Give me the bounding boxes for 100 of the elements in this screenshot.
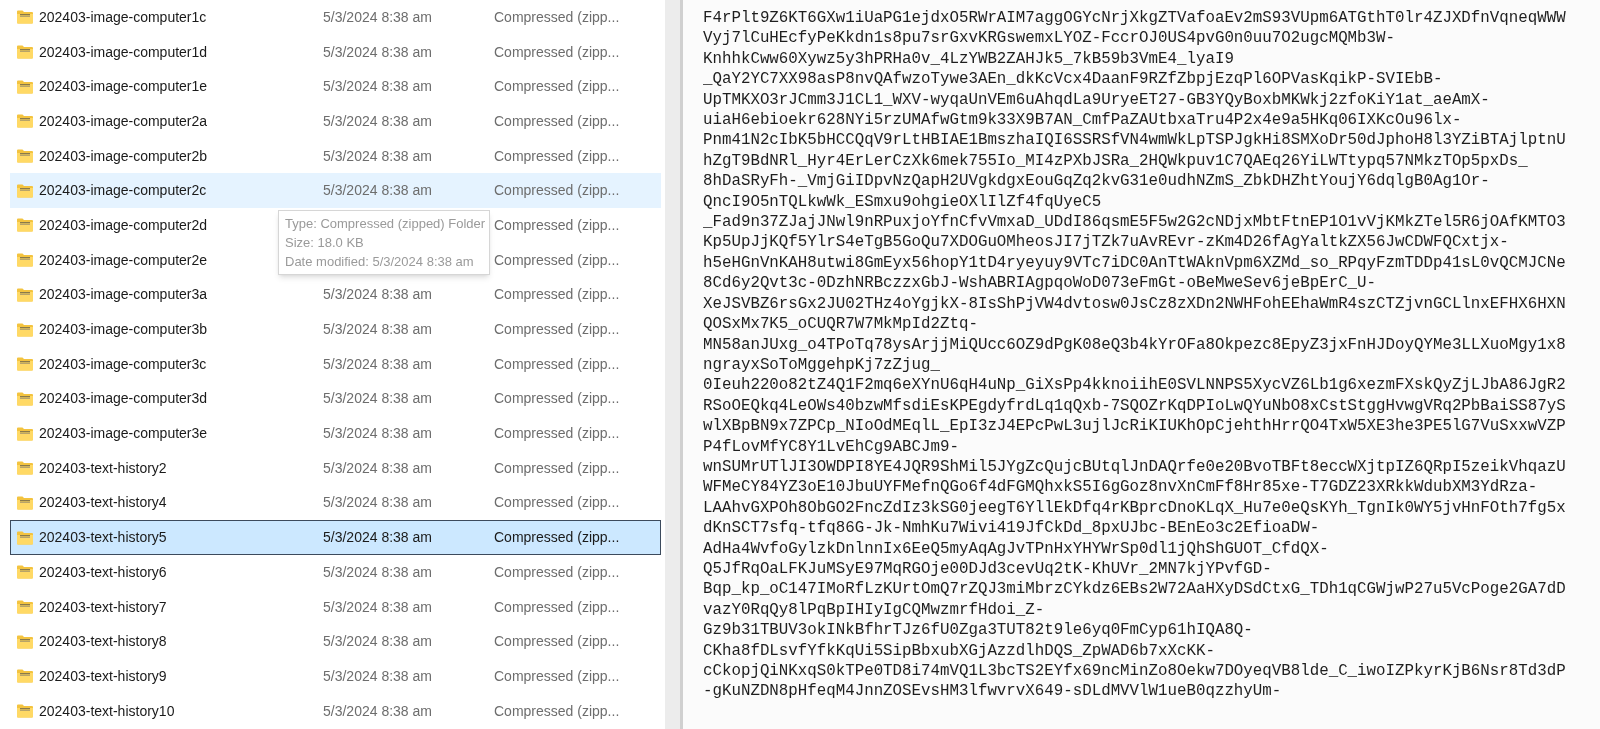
text-line: vazY0RqQy8lPqBpIHIyIgCQMwzmrfHdoi_Z-: [703, 599, 1046, 621]
date-modified: 5/3/2024 8:38 am: [323, 425, 432, 442]
text-line: RSoOEQkq4LeOWs40bzwMfsdiEsKPEgdyfrdLq1qQxb-7SQOZrKqDPIoLwQYuNbO8xCstStggHvwgVRq2PbBaiSS87yS: [703, 395, 1567, 417]
file-type: Compressed (zipp...: [494, 424, 620, 444]
zipped-folder-icon: [16, 286, 34, 303]
zipped-folder-icon: [16, 113, 34, 130]
date-modified: 5/3/2024 8:38 am: [323, 494, 432, 511]
file-name: 202403-text-history9: [39, 666, 167, 686]
text-line: QOSxMx7K5_oCUQR7W7MkMpId2Ztq-: [703, 314, 979, 335]
file-type: Compressed (zipp...: [494, 389, 620, 409]
text-line: _Fad9n37ZJajJNwl9nRPuxjoYfnCfvVmxaD_UDdI86qsmE5F5w2G2cNDjxMbtFtnEP1O1vVjKMkZTel5R6jOAfKMTO3: [703, 212, 1567, 233]
text-line: dKnSCT7sfq-tfq86G-Jk-NmhKu7Wivi419JfCkDd_8pxUJbc-BEnEo3c2EfioaDW-: [703, 518, 1321, 539]
zipped-folder-icon: [16, 703, 34, 720]
file-type: Compressed (zipp...: [494, 285, 620, 305]
date-modified: 5/3/2024 8:38 am: [323, 390, 432, 407]
file-type: Compressed (zipp...: [494, 320, 620, 340]
date-modified: 5/3/2024 8:38 am: [323, 355, 432, 372]
file-type: Compressed (zipp...: [494, 354, 620, 374]
date-modified: 5/3/2024 8:38 am: [323, 702, 432, 719]
text-line: WFMeCY84YZ3oE10JbuUYFMefnQGo6f4dFGMQhxkS5I6gGoz8nvXnCmFf8Hr85xe-T7GDZ23XRkkWdubXM3YdRza-: [703, 477, 1539, 498]
file-name: 202403-text-history5: [39, 528, 167, 548]
text-line: ngrayxSoToMggehpKj7zZjug_: [703, 354, 941, 376]
file-type: Compressed (zipp...: [494, 181, 620, 201]
zipped-folder-icon: [16, 494, 34, 511]
zipped-folder-icon: [16, 9, 34, 26]
text-line: UpTMKXO3rJCmm3J1CL1_WXV-wyqaUnVEm6uAhqdLa9UryeET27-GB3YQyBoxbMKWkj2zfoKiY1at_aeAmX-: [703, 89, 1491, 111]
text-line: LAAhvGXPOh8ObGO2FncZdIz3kSG0jeegT6YllEkDfq4rKBprcDnoKLqX_Hu7e0eQsKYh_TgnIk0WY5jvHnFOth7fg5x: [703, 497, 1567, 519]
text-line: F4rPlt9Z6KT6GXw1iUaPG1ejdxO5RWrAIM7aggOGYcNrjXkgZTVafoaEv2mS93VUpm6ATGthT0lr4ZJXDfnVqneqWWW: [703, 8, 1567, 29]
file-name: 202403-image-computer2a: [39, 111, 208, 131]
file-type: Compressed (zipp...: [494, 562, 620, 582]
zipped-folder-icon: [16, 252, 34, 269]
zipped-folder-icon: [16, 599, 34, 616]
text-line: uiaH6ebioekr628NYi5rzUMAfwGtm9k33X9B7AN_CmfPaZAUtbxaTru4P2x4e9a5HKq06IXKcOu96lx-: [703, 110, 1463, 131]
tooltip-line: Date modified: 5/3/2024 8:38 am: [285, 253, 475, 271]
file-name: 202403-image-computer1c: [39, 7, 207, 27]
date-modified: 5/3/2024 8:38 am: [323, 8, 432, 25]
file-name: 202403-image-computer2b: [39, 146, 208, 166]
text-line: cCkopjQiNKxqS0kTPe0TD8i74mVQ1L3bcTS2EYfx69ncMinZo8Oekw7DOyeqVB8lde_C_iwoIZPkyrKjB6Nsr8Td3dP: [703, 661, 1567, 682]
file-type: Compressed (zipp...: [494, 666, 620, 686]
file-row[interactable]: 202403-text-history5 5/3/2024 8:38 am Compressed (zipp...: [10, 520, 661, 555]
zipped-folder-icon: [16, 460, 34, 477]
text-line: Q5JfRqOaLFKJuMSyE97MqRGOje00DJd3cevUq2tK-KhUVr_2MN7kjYPvfGD-: [703, 558, 1273, 580]
file-name: 202403-image-computer1e: [39, 77, 208, 97]
file-type: Compressed (zipp...: [494, 458, 620, 478]
file-type: Compressed (zipp...: [494, 528, 620, 548]
text-line: hZgT9BdNRl_Hyr4ErLerCzXk6mek755Io_MI4zPXbJSRa_2HQWkpuv1C7QAEq26YiLWTtypq57NMkzTOp5pxDs_: [703, 150, 1529, 172]
date-modified: 5/3/2024 8:38 am: [323, 598, 432, 615]
file-name: 202403-image-computer1d: [39, 42, 208, 62]
text-line: QncI9O5nTQLkwWk_ESmxu9ohgieOXlIlZf4fqUyeC5: [703, 191, 1103, 213]
file-name: 202403-image-computer3e: [39, 424, 208, 444]
file-name: 202403-image-computer2c: [39, 181, 207, 201]
date-modified: 5/3/2024 8:38 am: [323, 112, 432, 129]
zipped-folder-icon: [16, 425, 34, 442]
file-name: 202403-image-computer2e: [39, 250, 208, 270]
text-line: Gz9b31TBUV3okINkBfhrTJz6fU0Zga3TUT82t9le6yq0FmCyp61hIQA8Q-: [703, 620, 1254, 641]
date-modified: 5/3/2024 8:38 am: [323, 286, 432, 303]
date-modified: 5/3/2024 8:38 am: [323, 321, 432, 338]
file-name: 202403-image-computer3c: [39, 354, 207, 374]
text-line: Pnm41N2cIbK5bHCCQqV9rLtHBIAE1BmszhaIQI6SSRSfVN4wmWkLpTSPJgkHi8SMXoDr50dJphoH8l3YZiBTAjlptnU: [703, 130, 1567, 151]
text-line: h5eHGnVnKAH8utwi8GmEyx56hopY1tD4ryeyuy9VTc7iDC0AnTtWAknVpm6XZMd_so_RPqyFzmTDDp41sL0vQCMJCNe: [703, 252, 1567, 274]
file-type: Compressed (zipp...: [494, 597, 620, 617]
text-line: wlXBpBN9x7ZPCp_NIoOdMEqlL_EpI3zJ4EPcPwL3ujlJcRiKIUKhOpCjehthHrrQO4TxW5XE3he3PE5lG7VuSxxwVZP: [703, 416, 1567, 437]
zipped-folder-icon: [16, 356, 34, 373]
text-line: KnhhkCww60Xywz5y3hPRHa0v_4LzYWB2ZAHJk5_7kB59b3VmE4_lyaI9: [703, 48, 1235, 70]
file-type: Compressed (zipp...: [494, 215, 620, 235]
file-type: Compressed (zipp...: [494, 632, 620, 652]
tooltip-line: Type: Compressed (zipped) Folder: [285, 215, 483, 233]
file-name: 202403-image-computer3a: [39, 285, 208, 305]
file-type: Compressed (zipp...: [494, 701, 620, 721]
date-modified: 5/3/2024 8:38 am: [323, 78, 432, 95]
tooltip-line: Size: 18.0 KB: [285, 234, 365, 252]
zipped-folder-icon: [16, 321, 34, 338]
file-name: 202403-image-computer2d: [39, 215, 208, 235]
file-type: Compressed (zipp...: [494, 111, 620, 131]
file-type: Compressed (zipp...: [494, 493, 620, 513]
text-line: -gKuNZDN8pHfeqM4JnnZOSEvsHM3lfwvrvX649-sDLdMVVlW1ueB0qzzhyUm-: [703, 681, 1283, 702]
text-line: Bqp_kp_oC147IMoRfLzKUrtOmQ7rZQJ3miMbrzCYkdz6EBs2W72AaHXyDSdCtxG_TDh1qCGWjwP27u5VcPoge2GA7dD: [703, 579, 1567, 600]
file-type: Compressed (zipp...: [494, 77, 620, 97]
date-modified: 5/3/2024 8:38 am: [323, 667, 432, 684]
text-line: 8hDaSRyFh-_VmjGiIDpvNzQapH2UVgkdgxEouGqZq2kvG31e0udhNZmS_ZbkDHZhtYoujY6dqlgB0Ag1Or-: [703, 171, 1491, 192]
text-line: 8Cd6y2Qvt3c-0DzhNRBczzxGbJ-WshABRIAgpqoWoD073eFmGt-oBeMweSev6jeBpErC_U-: [703, 273, 1378, 294]
file-row[interactable]: 202403-image-computer2c 5/3/2024 8:38 am Compressed (zipp...: [10, 173, 661, 209]
file-type: Compressed (zipp...: [494, 250, 620, 270]
date-modified: 5/3/2024 8:38 am: [323, 147, 432, 164]
file-type: Compressed (zipp...: [494, 146, 620, 166]
text-line: _QaY2YC7XX98asP8nvQAfwzoTywe3AEn_dkKcVcx4DaanF9RZfZbpjEzqPl6OPVasKqikP-SVIEbB-: [703, 69, 1444, 90]
zipped-folder-icon: [16, 564, 34, 581]
file-name: 202403-text-history7: [39, 597, 167, 617]
text-line: XeJSVBZ6rsGx2JU02THz4oYgjkX-8IsShPjVW4dvtosw0JsCz8zXDn2NWHFohEEhaWmR4szCTZjvnGCLlnxEFHX6HXN: [703, 293, 1567, 315]
zipped-folder-icon: [16, 529, 34, 546]
text-line: CKha8fDLsvfYfkKqUi5SipBbxubXGjAzzdlhDQS_ZpWAD6b7xXcKK-: [703, 640, 1216, 661]
file-name: 202403-image-computer3b: [39, 320, 208, 340]
file-name: 202403-text-history8: [39, 632, 167, 652]
file-name: 202403-image-computer3d: [39, 389, 208, 409]
text-line: wnSUMrUTlJI3OWDPI8YE4JQR9ShMil5JYgZcQujcBUtqlJnDAQrfe0e20BvoTBFt8eccWXjtpIZ6QRpI5zeikVhqazU: [703, 456, 1567, 478]
date-modified: 5/3/2024 8:38 am: [323, 182, 432, 199]
date-modified: 5/3/2024 8:38 am: [323, 563, 432, 580]
date-modified: 5/3/2024 8:38 am: [323, 459, 432, 476]
zipped-folder-icon: [16, 148, 34, 165]
text-line: Kp5UpJjKQf5YlrS4eTgB5GoQu7XDOGuOMheosJI7jTZk7uAvREvr-zKm4D26fAgYaltkZX56JwCDWFQCxtjx-: [703, 232, 1510, 253]
